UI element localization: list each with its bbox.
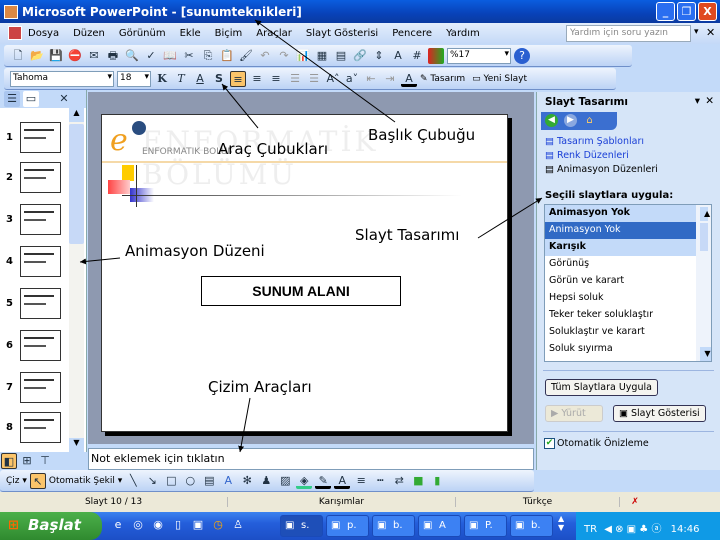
arrow-titlebar bbox=[254, 19, 396, 123]
annotation-arrows bbox=[79, 19, 543, 453]
arrow-toolbars bbox=[221, 83, 259, 129]
annotation-toolbars: Araç Çubukları bbox=[218, 140, 329, 158]
arrow-animation bbox=[79, 257, 121, 265]
annotation-design: Slayt Tasarımı bbox=[355, 226, 460, 244]
arrow-design bbox=[477, 197, 543, 239]
arrow-drawing bbox=[238, 397, 251, 453]
annotation-titlebar: Başlık Çubuğu bbox=[368, 126, 476, 144]
annotation-animation: Animasyon Düzeni bbox=[125, 242, 265, 260]
annotation-drawing: Çizim Araçları bbox=[208, 378, 312, 396]
